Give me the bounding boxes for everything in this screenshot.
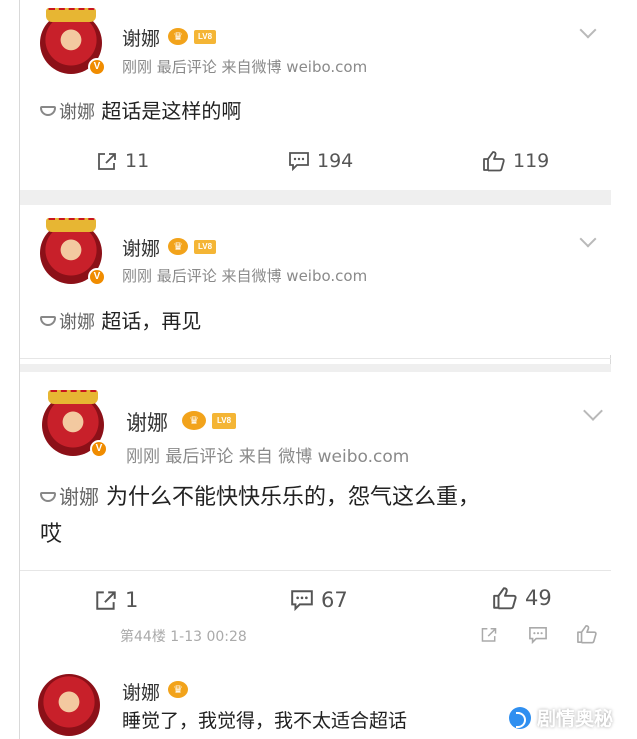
repost-count: 11 [125,150,150,172]
member-crown-icon: ♛ [182,411,206,430]
repost-button[interactable]: 11 [96,150,149,172]
member-crown-icon: ♛ [168,681,188,698]
divider [20,358,611,359]
supertopic-icon [40,492,56,502]
comment-bubble-icon[interactable] [528,626,548,644]
supertopic-tag[interactable]: 谢娜 [59,485,99,509]
avatar[interactable]: V [40,218,106,286]
post-card: V 谢娜 ♛ LV8 刚刚 最后评论 来自微博 weibo.com 谢娜 超话，… [20,205,611,355]
username[interactable]: 谢娜 [122,234,160,261]
verified-badge: V [88,268,106,286]
watermark: 剧情奥秘 [508,704,613,731]
supertopic-tag[interactable]: 谢娜 [59,102,95,123]
verified-badge: V [90,440,108,458]
level-badge: LV8 [194,30,216,44]
thumbs-up-icon [483,151,505,172]
crown-frame-icon [46,218,96,232]
like-count: 49 [525,586,552,610]
like-button[interactable]: 119 [482,150,549,172]
comment-button[interactable]: 194 [288,150,353,172]
crown-frame-icon [46,8,96,22]
post-content: 谢娜 为什么不能快快乐乐的，怨气这么重， [40,478,480,517]
thumbs-up-icon [493,587,517,610]
crown-frame-icon [48,390,98,404]
post-card: V 谢娜 ♛ LV8 刚刚 最后评论 来自微博 weibo.com 谢娜 超话是… [20,0,611,190]
supertopic-icon [40,106,56,116]
verified-badge: V [88,58,106,76]
post-text: 为什么不能快快乐乐的，怨气这么重， [106,485,481,510]
post-content: 谢娜 超话，再见 [40,302,201,342]
post-meta: 刚刚 最后评论 来自微博 weibo.com [122,58,368,76]
divider [20,570,611,571]
avatar[interactable]: V [40,8,106,76]
member-crown-icon: ♛ [168,238,188,255]
share-box-icon [96,591,116,610]
repost-button[interactable]: 1 [94,588,138,612]
avatar[interactable] [38,674,100,736]
like-count: 119 [513,150,550,172]
share-box-icon[interactable] [480,626,498,643]
username[interactable]: 谢娜 [122,24,160,51]
chevron-down-icon[interactable] [579,21,597,39]
comment-count: 194 [317,150,354,172]
post-separator [20,190,611,205]
comment-bubble-icon [291,590,313,611]
avatar[interactable]: V [42,390,108,458]
chevron-down-icon[interactable] [583,401,603,421]
floor-info: 第44楼 1-13 00:28 [120,629,247,645]
post-text-continued: 哎 [40,522,63,547]
comment-bubble-icon [289,152,309,171]
username[interactable]: 谢娜 [122,678,160,705]
post-card: V 谢娜 ♛ LV8 刚刚 最后评论 来自 微博 weibo.com 谢娜 为什… [20,372,611,664]
comment-count: 67 [321,588,348,612]
post-meta: 刚刚 最后评论 来自 微博 weibo.com [126,447,410,467]
post-text: 睡觉了，我觉得，我不太适合超话 [122,710,408,732]
level-badge: LV8 [212,413,236,429]
level-badge: LV8 [194,240,216,254]
thumbs-up-icon[interactable] [576,624,598,644]
post-separator [20,364,611,372]
post-meta: 刚刚 最后评论 来自微博 weibo.com [122,267,368,285]
username[interactable]: 谢娜 [126,407,168,437]
post-text: 超话，再见 [101,309,202,333]
share-box-icon [98,153,116,170]
supertopic-tag[interactable]: 谢娜 [59,312,95,333]
repost-count: 1 [125,588,139,612]
chevron-down-icon[interactable] [579,230,597,248]
supertopic-icon [40,316,56,326]
post-content: 谢娜 超话是这样的啊 [40,92,241,132]
member-crown-icon: ♛ [168,28,188,45]
like-button[interactable]: 49 [492,586,552,610]
post-text: 超话是这样的啊 [101,99,242,123]
watermark-text: 剧情奥秘 [536,708,613,730]
watermark-logo-icon [508,706,531,729]
comment-button[interactable]: 67 [290,588,348,612]
